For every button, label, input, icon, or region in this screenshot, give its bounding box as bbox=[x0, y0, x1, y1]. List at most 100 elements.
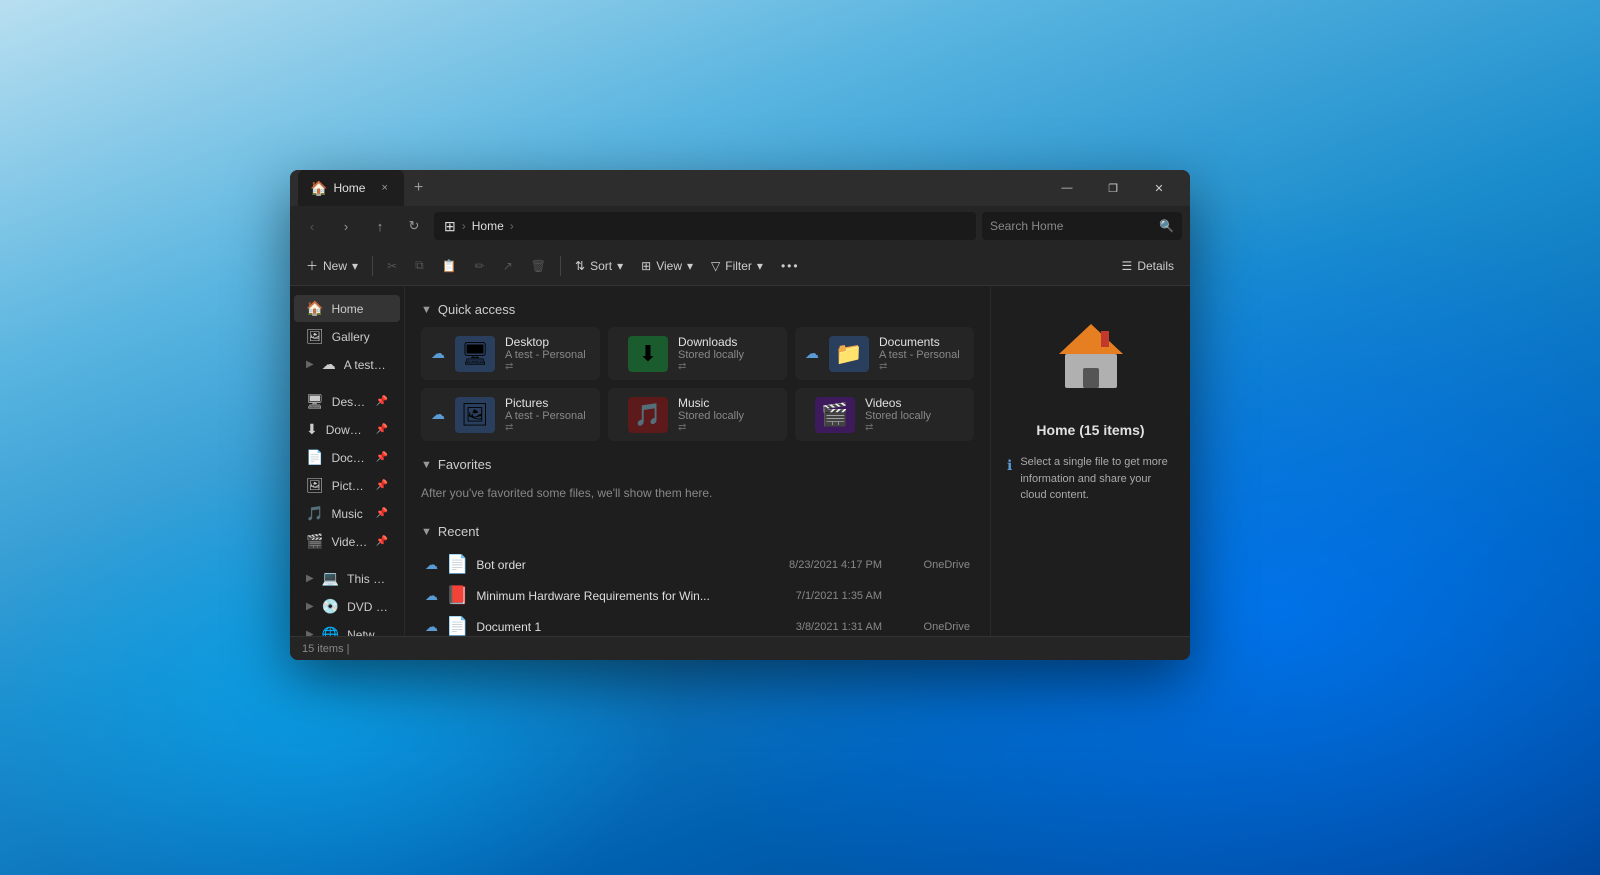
preview-info: ℹ Select a single file to get more infor… bbox=[1007, 454, 1174, 504]
pictures-folder-icon: 🖼 bbox=[461, 402, 489, 428]
folder-card-music[interactable]: 🎵 Music Stored locally ⇄ bbox=[608, 388, 787, 441]
new-icon: ＋ bbox=[306, 257, 318, 274]
sidebar-item-atest[interactable]: ▶ ☁ A test - Persona... bbox=[294, 351, 400, 378]
favorites-header[interactable]: ▼ Favorites bbox=[421, 457, 974, 472]
desktop-thumb: 🖥 bbox=[455, 336, 495, 372]
folder-card-documents[interactable]: ☁ 📁 Documents A test - Personal ⇄ bbox=[795, 327, 974, 380]
recent-item-doc1[interactable]: ☁ 📄 Document 1 3/8/2021 1:31 AM OneDrive bbox=[421, 611, 974, 636]
sidebar-videos-label: Videos bbox=[331, 535, 367, 549]
back-button[interactable]: ‹ bbox=[298, 212, 326, 240]
search-box-label: Search Home bbox=[990, 219, 1153, 233]
new-tab-button[interactable]: + bbox=[408, 177, 429, 199]
music-folder-icon: 🎵 bbox=[634, 402, 661, 428]
documents-folder-name: Documents bbox=[879, 335, 964, 349]
recent-header[interactable]: ▼ Recent bbox=[421, 524, 974, 539]
doc1-cloud-icon: ☁ bbox=[425, 619, 438, 635]
videos-folder-icon: 🎬 bbox=[821, 402, 848, 428]
recent-item-minhw[interactable]: ☁ 📕 Minimum Hardware Requirements for Wi… bbox=[421, 580, 974, 611]
recent-item-botorder[interactable]: ☁ 📄 Bot order 8/23/2021 4:17 PM OneDrive bbox=[421, 549, 974, 580]
sidebar-desktop-label: Desktop bbox=[332, 395, 368, 409]
share-icon: ↗ bbox=[503, 259, 513, 273]
breadcrumb-bar[interactable]: ⊞ › Home › bbox=[434, 212, 976, 240]
rename-button[interactable]: ✏ bbox=[467, 255, 493, 277]
downloads-info: Downloads Stored locally ⇄ bbox=[678, 335, 777, 372]
copy-icon: ⧉ bbox=[415, 258, 424, 273]
cut-button[interactable]: ✂ bbox=[379, 255, 405, 277]
paste-icon: 📋 bbox=[442, 259, 457, 273]
doc1-date: 3/8/2021 1:31 AM bbox=[762, 621, 882, 633]
thispc-icon: 💻 bbox=[322, 570, 339, 587]
folder-card-downloads[interactable]: ⬇ Downloads Stored locally ⇄ bbox=[608, 327, 787, 380]
folder-card-desktop[interactable]: ☁ 🖥 Desktop A test - Personal ⇄ bbox=[421, 327, 600, 380]
documents-cloud-icon: ☁ bbox=[805, 345, 819, 362]
maximize-button[interactable]: ❐ bbox=[1090, 172, 1136, 204]
forward-button[interactable]: › bbox=[332, 212, 360, 240]
folder-card-pictures[interactable]: ☁ 🖼 Pictures A test - Personal ⇄ bbox=[421, 388, 600, 441]
preview-panel: Home (15 items) ℹ Select a single file t… bbox=[990, 286, 1190, 636]
view-chevron: ▾ bbox=[687, 259, 693, 273]
sidebar-item-music[interactable]: 🎵 Music 📌 bbox=[294, 500, 400, 527]
dvd-expand-icon: ▶ bbox=[306, 601, 314, 612]
view-label: View bbox=[656, 259, 682, 273]
recent-list: ☁ 📄 Bot order 8/23/2021 4:17 PM OneDrive… bbox=[421, 549, 974, 636]
preview-icon-wrap bbox=[1041, 306, 1141, 406]
minhw-file-icon: 📕 bbox=[446, 585, 468, 606]
downloads-thumb: ⬇ bbox=[628, 336, 668, 372]
refresh-button[interactable]: ↻ bbox=[400, 212, 428, 240]
videos-thumb: 🎬 bbox=[815, 397, 855, 433]
preview-info-text: Select a single file to get more informa… bbox=[1020, 454, 1174, 504]
toolbar: ＋ New ▾ ✂ ⧉ 📋 ✏ ↗ 🗑 ⇅ Sort ▾ ⊞ bbox=[290, 246, 1190, 286]
sidebar-item-desktop[interactable]: 🖥 Desktop 📌 bbox=[294, 388, 400, 415]
sidebar-item-thispc[interactable]: ▶ 💻 This PC bbox=[294, 565, 400, 592]
music-pin-icon: 📌 bbox=[376, 508, 388, 519]
sidebar-home-label: Home bbox=[331, 302, 388, 316]
tab-home[interactable]: 🏠 Home × bbox=[298, 170, 404, 206]
sidebar-item-pictures[interactable]: 🖼 Pictures 📌 bbox=[294, 472, 400, 499]
sidebar-gallery-label: Gallery bbox=[332, 330, 388, 344]
documents-folder-sub: A test - Personal bbox=[879, 349, 964, 361]
breadcrumb-home[interactable]: Home bbox=[472, 219, 504, 233]
pictures-nav-icon: 🖼 bbox=[306, 477, 324, 494]
sidebar-item-network[interactable]: ▶ 🌐 Network bbox=[294, 621, 400, 636]
music-info: Music Stored locally ⇄ bbox=[678, 396, 777, 433]
up-button[interactable]: ↑ bbox=[366, 212, 394, 240]
sort-button[interactable]: ⇅ Sort ▾ bbox=[567, 255, 631, 277]
sort-icon: ⇅ bbox=[575, 259, 585, 273]
search-box[interactable]: Search Home 🔍 bbox=[982, 212, 1182, 240]
desktop-cloud-icon: ☁ bbox=[431, 345, 445, 362]
sidebar-item-gallery[interactable]: 🖼 Gallery bbox=[294, 323, 400, 350]
quick-access-grid: ☁ 🖥 Desktop A test - Personal ⇄ ⬇ bbox=[421, 327, 974, 441]
share-button[interactable]: ↗ bbox=[495, 255, 521, 277]
minimize-button[interactable]: — bbox=[1044, 172, 1090, 204]
botorder-file-icon: 📄 bbox=[446, 554, 468, 575]
new-button[interactable]: ＋ New ▾ bbox=[298, 253, 366, 278]
paste-button[interactable]: 📋 bbox=[434, 255, 465, 277]
sidebar-dvd-label: DVD Drive (D:) C bbox=[347, 600, 388, 614]
documents-pin-icon: 📌 bbox=[376, 452, 388, 463]
botorder-cloud-icon: ☁ bbox=[425, 557, 438, 573]
sidebar-item-home[interactable]: 🏠 Home bbox=[294, 295, 400, 322]
documents-thumb: 📁 bbox=[829, 336, 869, 372]
close-button[interactable]: ✕ bbox=[1136, 172, 1182, 204]
more-button[interactable]: ••• bbox=[773, 255, 808, 277]
copy-button[interactable]: ⧉ bbox=[407, 254, 432, 277]
quick-access-chevron: ▼ bbox=[421, 304, 432, 316]
quick-access-header[interactable]: ▼ Quick access bbox=[421, 302, 974, 317]
sidebar-documents-label: Documents bbox=[331, 451, 367, 465]
home-icon: 🏠 bbox=[306, 300, 323, 317]
network-expand-icon: ▶ bbox=[306, 629, 314, 636]
view-button[interactable]: ⊞ View ▾ bbox=[633, 255, 701, 277]
sidebar-item-videos[interactable]: 🎬 Videos 📌 bbox=[294, 528, 400, 555]
sidebar-network-label: Network bbox=[347, 628, 388, 637]
tab-close-button[interactable]: × bbox=[377, 180, 391, 196]
delete-button[interactable]: 🗑 bbox=[523, 255, 554, 277]
sidebar-item-documents[interactable]: 📄 Documents 📌 bbox=[294, 444, 400, 471]
preview-title: Home (15 items) bbox=[1036, 422, 1144, 438]
folder-card-videos[interactable]: 🎬 Videos Stored locally ⇄ bbox=[795, 388, 974, 441]
pictures-folder-name: Pictures bbox=[505, 396, 590, 410]
sidebar-item-dvd[interactable]: ▶ 💿 DVD Drive (D:) C bbox=[294, 593, 400, 620]
sidebar-item-downloads[interactable]: ⬇ Downloads 📌 bbox=[294, 416, 400, 443]
minhw-cloud-icon: ☁ bbox=[425, 588, 438, 604]
filter-button[interactable]: ▽ Filter ▾ bbox=[703, 255, 771, 277]
details-button[interactable]: ☰ Details bbox=[1114, 255, 1182, 277]
